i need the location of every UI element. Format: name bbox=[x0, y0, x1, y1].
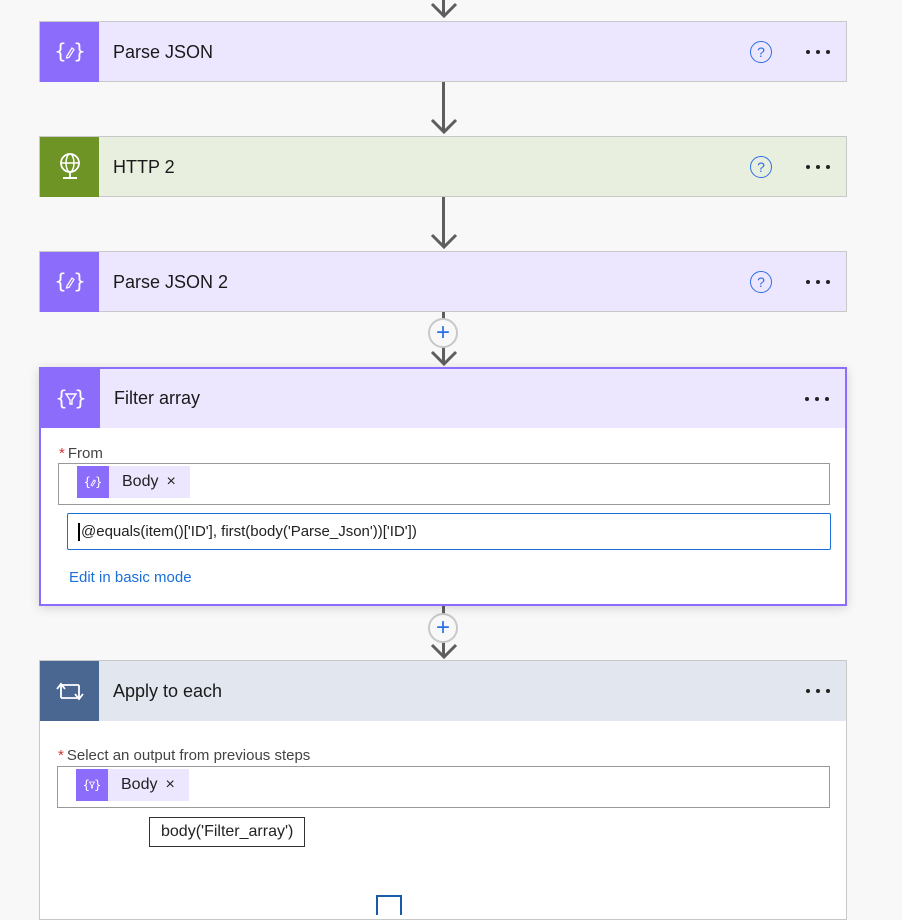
globe-icon bbox=[40, 137, 99, 197]
arrow-down-icon bbox=[430, 118, 458, 134]
parse-json-icon: { } bbox=[40, 252, 99, 312]
from-field[interactable]: { } Body × bbox=[58, 463, 830, 505]
help-icon[interactable]: ? bbox=[750, 271, 772, 293]
expression-input[interactable]: @equals(item()['ID'], first(body('Parse_… bbox=[67, 513, 831, 550]
add-step-button[interactable]: + bbox=[428, 613, 458, 643]
action-card-apply-to-each[interactable]: Apply to each * Select an output from pre… bbox=[39, 660, 847, 920]
parse-json-icon: { } bbox=[40, 22, 99, 82]
token-tooltip: body('Filter_array') bbox=[149, 817, 306, 847]
more-options-button[interactable] bbox=[806, 50, 830, 54]
filter-array-icon: { } bbox=[76, 769, 108, 801]
text-cursor bbox=[78, 522, 80, 541]
card-title: Filter array bbox=[114, 388, 201, 408]
help-icon[interactable]: ? bbox=[750, 156, 772, 178]
arrow-down-icon bbox=[430, 350, 458, 366]
remove-token-icon[interactable]: × bbox=[166, 473, 175, 491]
card-title: Parse JSON 2 bbox=[113, 271, 229, 292]
add-step-button[interactable]: + bbox=[428, 318, 458, 348]
dynamic-content-token[interactable]: { } Body × bbox=[76, 769, 189, 801]
card-title: HTTP 2 bbox=[113, 156, 175, 177]
action-card-filter-array[interactable]: { } Filter array * From { } Body × @equal… bbox=[39, 367, 847, 606]
card-title: Apply to each bbox=[113, 680, 223, 701]
more-options-button[interactable] bbox=[806, 689, 830, 693]
dynamic-content-token[interactable]: { } Body × bbox=[77, 466, 190, 498]
arrow-down-icon bbox=[430, 643, 458, 659]
loop-icon bbox=[40, 661, 99, 721]
arrow-down-icon bbox=[430, 233, 458, 249]
arrow-down-icon bbox=[430, 2, 458, 18]
filter-array-icon: { } bbox=[41, 369, 100, 428]
select-output-label: * Select an output from previous steps bbox=[58, 747, 311, 764]
edit-in-basic-mode-link[interactable]: Edit in basic mode bbox=[69, 569, 192, 586]
card-title: Parse JSON bbox=[113, 41, 214, 62]
action-card-parse-json[interactable]: { } Parse JSON ? bbox=[39, 21, 847, 82]
remove-token-icon[interactable]: × bbox=[165, 776, 174, 794]
help-icon[interactable]: ? bbox=[750, 41, 772, 63]
action-card-http-2[interactable]: HTTP 2 ? bbox=[39, 136, 847, 197]
add-action-button[interactable] bbox=[376, 895, 402, 915]
select-output-field[interactable]: { } Body × bbox=[57, 766, 830, 808]
svg-text:{ }: { } bbox=[55, 386, 87, 410]
parse-json-icon: { } bbox=[77, 466, 109, 498]
action-card-parse-json-2[interactable]: { } Parse JSON 2 ? bbox=[39, 251, 847, 312]
more-options-button[interactable] bbox=[806, 280, 830, 284]
from-label: * From bbox=[59, 445, 103, 462]
svg-text:{ }: { } bbox=[82, 778, 101, 792]
more-options-button[interactable] bbox=[805, 396, 829, 401]
more-options-button[interactable] bbox=[806, 165, 830, 169]
